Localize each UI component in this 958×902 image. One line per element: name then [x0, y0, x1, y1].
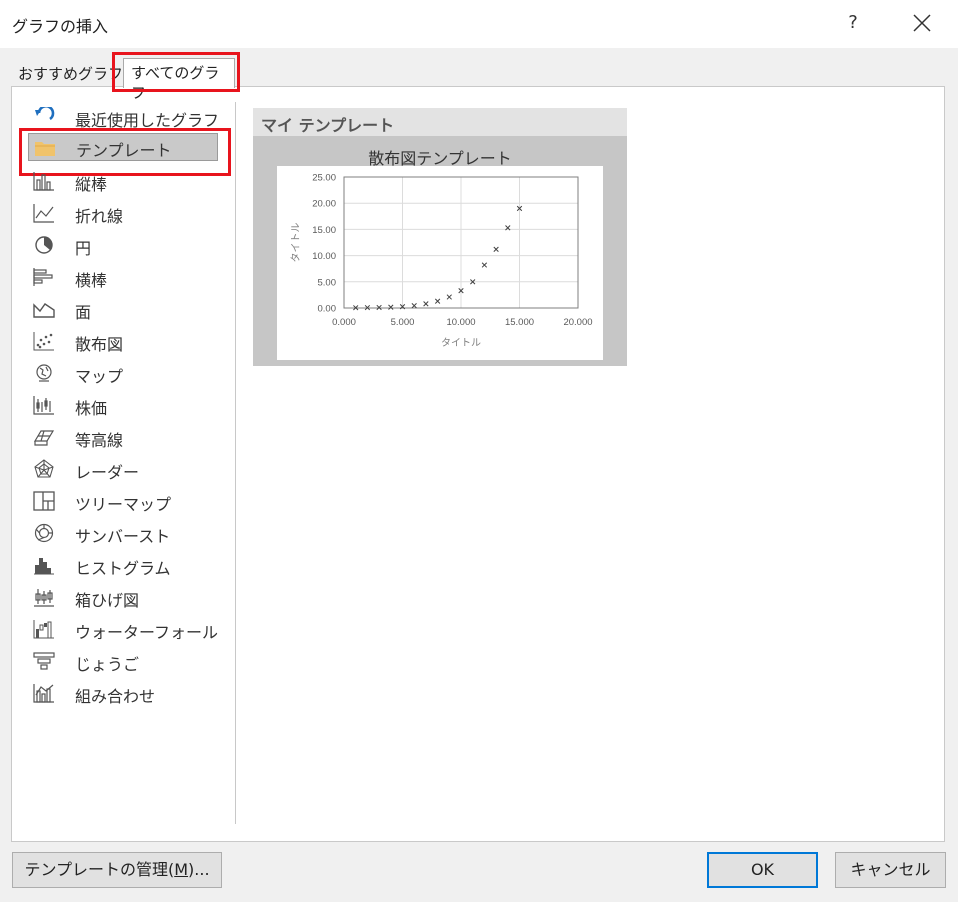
sidebar-item-funnel[interactable]: じょうご: [28, 647, 218, 675]
sidebar-item-label: 折れ線: [75, 207, 124, 226]
sidebar-item-combo[interactable]: 組み合わせ: [28, 679, 218, 707]
sidebar-item-label: レーダー: [75, 463, 140, 482]
funnel-chart-icon: [33, 652, 55, 670]
recent-icon: [35, 107, 55, 121]
template-thumbnail[interactable]: 散布図テンプレート 0.00 5.00 10.00 15.00 20.00 25.00 0.…: [253, 136, 627, 366]
manage-label-pre: テンプレートの管理(: [24, 860, 175, 879]
waterfall-chart-icon: [33, 620, 54, 639]
x-axis-title: タイトル: [441, 337, 481, 349]
sidebar-item-label: 面: [75, 303, 92, 322]
data-point: [493, 246, 499, 252]
sidebar-item-pie[interactable]: 円: [28, 231, 218, 259]
pie-chart-icon: [35, 236, 53, 254]
sidebar-item-bar[interactable]: 横棒: [28, 263, 218, 291]
sidebar-item-recent[interactable]: 最近使用したグラフ: [28, 103, 220, 131]
boxplot-chart-icon: [34, 589, 54, 607]
ok-button[interactable]: OK: [707, 852, 818, 888]
line-chart-icon: [33, 204, 54, 223]
sidebar-item-boxplot[interactable]: 箱ひげ図: [28, 583, 218, 611]
sidebar-item-scatter[interactable]: 散布図: [28, 327, 218, 355]
sidebar-item-histogram[interactable]: ヒストグラム: [28, 551, 218, 579]
combo-chart-icon: [33, 684, 54, 703]
sidebar-item-label: 箱ひげ図: [75, 591, 140, 610]
sidebar-item-template[interactable]: テンプレート: [28, 133, 218, 161]
sidebar-item-label: 組み合わせ: [75, 687, 156, 706]
data-point: [376, 304, 382, 311]
data-point: [423, 301, 429, 307]
sidebar-item-label: マップ: [75, 367, 124, 386]
sidebar-divider: [235, 102, 236, 824]
sidebar-item-label: じょうご: [75, 655, 140, 674]
sidebar-item-label: ツリーマップ: [75, 495, 172, 514]
sidebar-item-label: ウォーターフォール: [75, 623, 219, 642]
data-point: [481, 262, 488, 268]
tab-recommended-charts[interactable]: おすすめグラフ: [18, 64, 123, 84]
y-tick-label: 5.00: [318, 277, 337, 288]
column-chart-icon: [33, 172, 54, 191]
data-point: [388, 304, 394, 310]
scatter-chart-icon: [33, 332, 54, 351]
sidebar-item-map[interactable]: マップ: [28, 359, 218, 387]
y-tick-label: 20.00: [312, 199, 336, 210]
y-axis-title: タイトル: [290, 223, 302, 263]
cancel-button[interactable]: キャンセル: [835, 852, 946, 888]
sidebar-item-area[interactable]: 面: [28, 295, 218, 323]
folder-icon: [35, 142, 55, 156]
sidebar-item-label: 最近使用したグラフ: [75, 111, 220, 130]
x-tick-label: 10.000: [446, 317, 475, 328]
x-tick-label: 15.000: [505, 317, 534, 328]
sidebar-item-radar[interactable]: レーダー: [28, 455, 218, 483]
dialog-title: グラフの挿入: [12, 17, 109, 36]
stock-chart-icon: [33, 396, 54, 415]
sidebar-item-label: 縦棒: [75, 175, 108, 194]
section-title-text: マイ テンプレート: [261, 116, 395, 135]
sidebar-item-label: 等高線: [75, 431, 124, 450]
treemap-chart-icon: [33, 491, 55, 511]
sidebar-item-label: 株価: [75, 399, 108, 418]
y-tick-label: 0.00: [318, 304, 337, 315]
manage-label-post: )...: [188, 860, 210, 879]
sidebar-item-sunburst[interactable]: サンバースト: [28, 519, 218, 547]
close-icon: [913, 14, 931, 32]
sidebar-item-label: 横棒: [75, 271, 108, 290]
sidebar-item-line[interactable]: 折れ線: [28, 199, 218, 227]
data-point: [434, 298, 441, 304]
manage-templates-button[interactable]: テンプレートの管理(M)...: [12, 852, 222, 888]
section-title: マイ テンプレート: [253, 108, 627, 136]
sidebar-item-label: サンバースト: [75, 527, 171, 546]
area-chart-icon: [33, 303, 55, 318]
scatter-chart: 0.00 5.00 10.00 15.00 20.00 25.00 0.000 5.000 10…: [290, 173, 593, 350]
x-tick-label: 20.000: [563, 317, 592, 328]
surface-chart-icon: [33, 430, 55, 446]
map-chart-icon: [36, 364, 52, 382]
x-tick-label: 0.000: [332, 317, 356, 328]
manage-label-key: M: [174, 860, 189, 879]
data-point: [411, 302, 417, 309]
sidebar-item-label: テンプレート: [76, 141, 172, 160]
sidebar-item-treemap[interactable]: ツリーマップ: [28, 487, 218, 515]
sidebar-item-label: 散布図: [75, 335, 124, 354]
y-tick-label: 10.00: [312, 251, 336, 262]
sunburst-chart-icon: [34, 523, 54, 543]
sidebar-item-column[interactable]: 縦棒: [28, 167, 218, 195]
radar-chart-icon: [34, 459, 54, 478]
sidebar-item-stock[interactable]: 株価: [28, 391, 218, 419]
histogram-chart-icon: [34, 558, 54, 575]
sidebar-item-waterfall[interactable]: ウォーターフォール: [28, 615, 218, 643]
title-bar: グラフの挿入 ?: [0, 0, 958, 48]
y-tick-label: 25.00: [312, 173, 336, 184]
data-point: [446, 294, 452, 300]
chart-preview: 0.00 5.00 10.00 15.00 20.00 25.00 0.000 5.000 10…: [277, 166, 603, 360]
help-button[interactable]: ?: [838, 8, 868, 38]
close-button[interactable]: [905, 8, 939, 38]
sidebar-item-label: ヒストグラム: [75, 559, 171, 578]
sidebar-item-label: 円: [75, 239, 92, 258]
tab-all-charts[interactable]: すべてのグラフ: [123, 58, 235, 102]
x-tick-label: 5.000: [391, 317, 415, 328]
sidebar-item-surface[interactable]: 等高線: [28, 423, 218, 451]
y-tick-label: 15.00: [312, 225, 336, 236]
bar-chart-icon: [33, 268, 53, 286]
